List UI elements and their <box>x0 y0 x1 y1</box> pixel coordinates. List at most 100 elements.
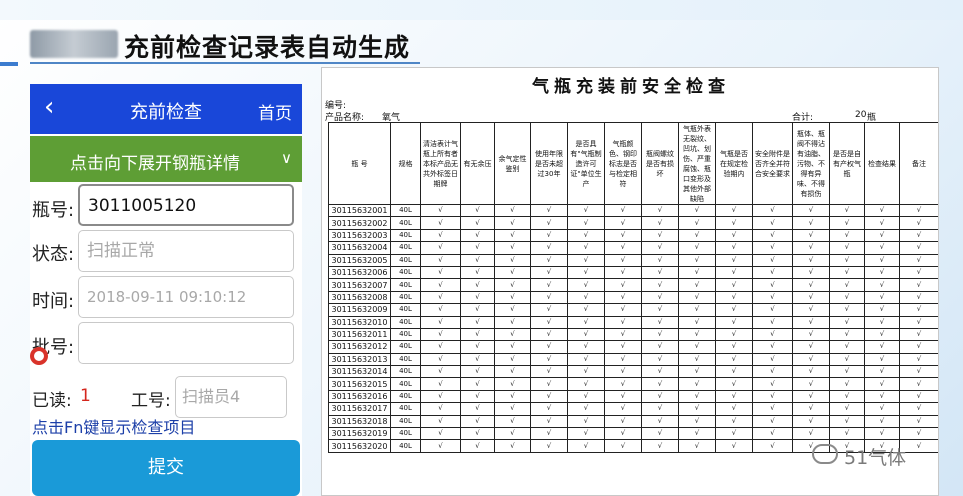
check-cell: √ <box>641 377 679 391</box>
check-cell: √ <box>604 253 642 267</box>
table-row: 30115632013 40L √ √ √ √ √ √ √ √ √ √ √ √ √ √ <box>328 352 938 367</box>
check-cell: √ <box>792 303 830 317</box>
table-column-header: 有无余压 <box>460 122 495 205</box>
check-cell: √ <box>678 402 716 416</box>
check-cell: √ <box>829 414 865 429</box>
spec-cell: 40L <box>390 203 421 218</box>
table-column-header: 瓶阀螺纹是否有损坏 <box>641 122 679 205</box>
check-cell: √ <box>864 253 900 267</box>
check-cell: √ <box>829 427 865 441</box>
cylinder-number-cell: 30115632005 <box>328 253 391 267</box>
check-cell: √ <box>752 352 793 367</box>
check-cell: √ <box>604 241 642 255</box>
check-cell: √ <box>460 439 495 453</box>
check-cell: √ <box>604 365 642 379</box>
check-cell: √ <box>530 315 568 329</box>
check-cell: √ <box>460 241 495 255</box>
check-cell: √ <box>752 327 793 342</box>
time-input[interactable]: 2018-09-11 09:10:12 <box>78 276 294 318</box>
home-link[interactable]: 首页 <box>258 99 292 124</box>
check-cell: √ <box>604 315 642 329</box>
check-cell: √ <box>530 228 568 243</box>
check-cell: √ <box>864 414 900 429</box>
check-cell: √ <box>494 303 531 317</box>
check-cell: √ <box>899 389 938 404</box>
cylinder-number-cell: 30115632007 <box>328 278 391 292</box>
check-cell: √ <box>715 265 753 280</box>
check-cell: √ <box>715 377 753 391</box>
table-row: 30115632001 40L √ √ √ √ √ √ √ √ √ √ √ √ √ √ <box>328 203 938 218</box>
check-cell: √ <box>864 303 900 317</box>
batch-input[interactable] <box>78 322 294 364</box>
check-cell: √ <box>530 265 568 280</box>
read-row: 已读: 1 工号: 扫描员4 <box>30 376 302 418</box>
table-row: 30115632014 40L √ √ √ √ √ √ √ √ √ √ √ √ √ √ <box>328 365 938 379</box>
check-cell: √ <box>494 203 531 218</box>
table-column-header: 是否具有"气瓶制造许可证"单位生产 <box>567 122 605 205</box>
check-cell: √ <box>460 427 495 441</box>
check-cell: √ <box>420 340 461 354</box>
check-cell: √ <box>530 402 568 416</box>
check-cell: √ <box>715 427 753 441</box>
check-cell: √ <box>752 389 793 404</box>
check-cell: √ <box>604 427 642 441</box>
check-cell: √ <box>460 315 495 329</box>
table-row: 30115632005 40L √ √ √ √ √ √ √ √ √ √ √ √ √ √ <box>328 253 938 267</box>
check-cell: √ <box>864 265 900 280</box>
check-cell: √ <box>792 315 830 329</box>
cylinder-number-input[interactable]: 3011005120 <box>78 184 294 226</box>
check-cell: √ <box>530 290 568 305</box>
check-cell: √ <box>420 427 461 441</box>
table-column-header: 检查结果 <box>864 122 900 205</box>
spec-cell: 40L <box>390 290 421 305</box>
submit-button[interactable]: 提交 <box>32 440 300 496</box>
check-cell: √ <box>899 241 938 255</box>
check-cell: √ <box>715 315 753 329</box>
slide-title: 充前检查记录表自动生成 <box>124 33 411 62</box>
spec-cell: 40L <box>390 278 421 292</box>
expand-cylinder-details-button[interactable]: 点击向下展开钢瓶详情 ∨ <box>30 136 302 182</box>
check-cell: √ <box>899 265 938 280</box>
check-cell: √ <box>899 278 938 292</box>
check-cell: √ <box>678 253 716 267</box>
check-cell: √ <box>420 290 461 305</box>
time-label: 时间: <box>32 291 75 312</box>
status-input[interactable]: 扫描正常 <box>78 230 294 272</box>
check-cell: √ <box>530 216 568 230</box>
work-id-input[interactable]: 扫描员4 <box>175 376 287 418</box>
check-cell: √ <box>752 377 793 391</box>
watermark-text: 51气体 <box>844 447 907 469</box>
check-cell: √ <box>420 352 461 367</box>
spec-cell: 40L <box>390 315 421 329</box>
table-row: 30115632016 40L √ √ √ √ √ √ √ √ √ √ √ √ √ √ <box>328 389 938 404</box>
check-cell: √ <box>752 253 793 267</box>
cylinder-number-cell: 30115632004 <box>328 241 391 255</box>
table-row: 30115632007 40L √ √ √ √ √ √ √ √ √ √ √ √ √ √ <box>328 278 938 292</box>
check-cell: √ <box>792 253 830 267</box>
check-cell: √ <box>567 253 605 267</box>
check-cell: √ <box>420 439 461 453</box>
check-cell: √ <box>899 340 938 354</box>
check-cell: √ <box>567 278 605 292</box>
spec-cell: 40L <box>390 427 421 441</box>
check-cell: √ <box>715 203 753 218</box>
check-cell: √ <box>864 241 900 255</box>
check-cell: √ <box>829 377 865 391</box>
check-cell: √ <box>641 241 679 255</box>
check-cell: √ <box>829 241 865 255</box>
cylinder-number-cell: 30115632006 <box>328 265 391 280</box>
check-cell: √ <box>567 290 605 305</box>
check-cell: √ <box>752 315 793 329</box>
check-cell: √ <box>829 290 865 305</box>
check-cell: √ <box>715 290 753 305</box>
check-cell: √ <box>494 377 531 391</box>
check-cell: √ <box>829 303 865 317</box>
cylinder-number-cell: 30115632009 <box>328 303 391 317</box>
check-cell: √ <box>641 365 679 379</box>
wechat-icon <box>812 444 838 464</box>
spec-cell: 40L <box>390 414 421 429</box>
check-cell: √ <box>567 377 605 391</box>
check-cell: √ <box>494 365 531 379</box>
check-cell: √ <box>752 427 793 441</box>
check-cell: √ <box>494 340 531 354</box>
